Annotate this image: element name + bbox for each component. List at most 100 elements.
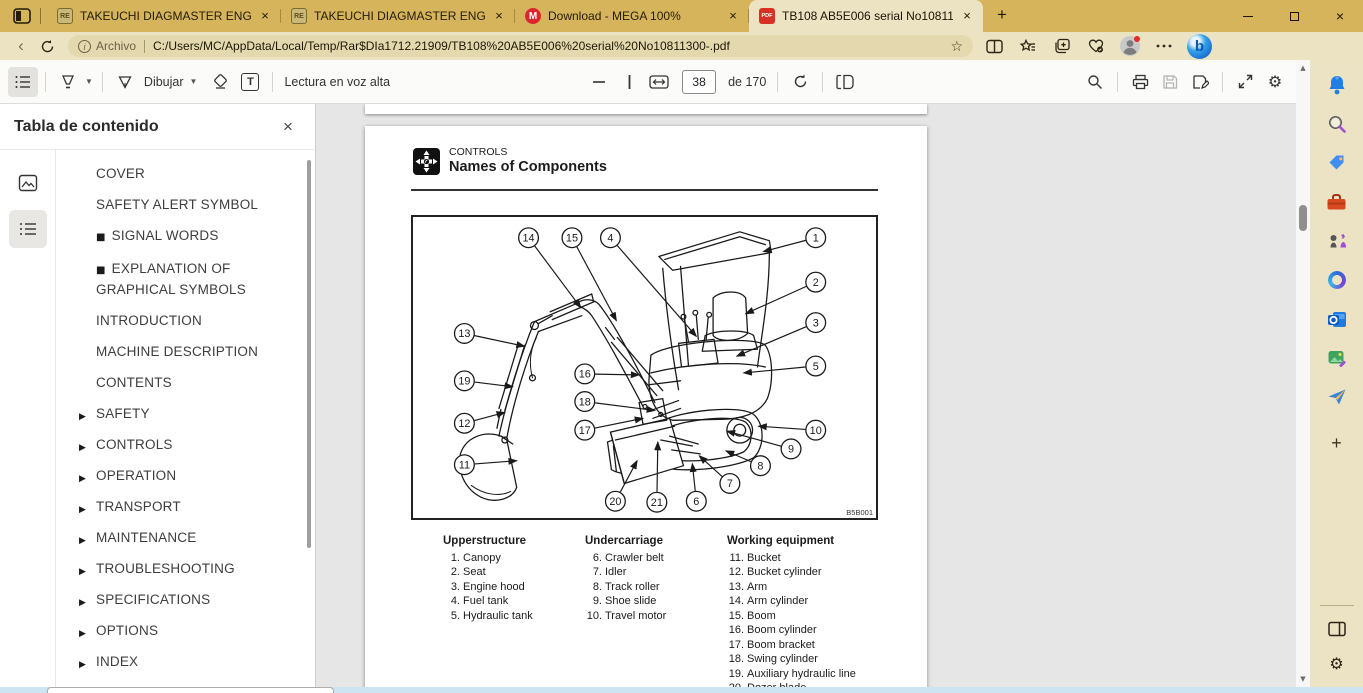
new-tab-button[interactable]: + — [989, 3, 1015, 29]
toc-item[interactable]: ▶SPECIFICATIONS — [96, 590, 305, 609]
pdf-scrollbar[interactable]: ▲ ▼ — [1296, 60, 1310, 687]
url-text[interactable]: C:/Users/MC/AppData/Local/Temp/Rar$DIa17… — [153, 39, 942, 53]
save-as-button[interactable] — [1185, 67, 1215, 97]
taskbar-search-box[interactable] — [47, 687, 334, 693]
bing-copilot-icon[interactable]: b — [1187, 34, 1212, 59]
search-document-button[interactable] — [1080, 67, 1110, 97]
pdf-viewport[interactable]: CONTROLS Names of Components — [316, 104, 1296, 687]
highlighter-button[interactable] — [53, 67, 83, 97]
expand-arrow-icon[interactable]: ▶ — [79, 656, 86, 675]
zoom-slider-handle[interactable] — [614, 67, 644, 97]
back-button[interactable]: ‹ — [8, 34, 34, 58]
sidebar-search-icon[interactable] — [1326, 113, 1348, 135]
draw-button[interactable] — [110, 67, 140, 97]
add-text-button[interactable]: T — [235, 67, 265, 97]
fit-to-width-button[interactable] — [644, 67, 674, 97]
toc-close-icon[interactable]: × — [275, 114, 301, 140]
eraser-button[interactable] — [205, 67, 235, 97]
favorite-star-icon[interactable]: ☆ — [950, 38, 963, 55]
chevron-down-icon[interactable]: ▼ — [83, 77, 95, 86]
favorites-icon[interactable] — [1017, 35, 1039, 57]
tab-close-icon[interactable]: × — [725, 8, 741, 24]
sidebar-panel-icon[interactable] — [1326, 618, 1348, 640]
toc-item[interactable]: ▶SAFETY — [96, 404, 305, 423]
draw-label[interactable]: Dibujar — [140, 75, 188, 89]
maximize-button[interactable] — [1271, 0, 1317, 32]
toc-item[interactable]: ▶MAINTENANCE — [96, 528, 305, 547]
windows-taskbar-edge[interactable] — [0, 687, 1363, 693]
games-icon[interactable] — [1326, 230, 1348, 252]
toc-item-label: INTRODUCTION — [96, 313, 202, 328]
add-sidebar-app-button[interactable]: + — [1331, 433, 1342, 454]
expand-arrow-icon[interactable]: ▶ — [79, 501, 86, 520]
zoom-out-button[interactable] — [584, 67, 614, 97]
tab-mega-download[interactable]: M Download - MEGA 100% × — [515, 0, 749, 32]
profile-avatar[interactable] — [1119, 35, 1141, 57]
tab-close-icon[interactable]: × — [491, 8, 507, 24]
toc-item[interactable]: MACHINE DESCRIPTION — [96, 342, 305, 361]
browser-essentials-icon[interactable] — [1085, 35, 1107, 57]
expand-arrow-icon[interactable]: ▶ — [79, 594, 86, 613]
minimize-button[interactable] — [1225, 0, 1271, 32]
notifications-bell-icon[interactable] — [1326, 74, 1348, 96]
drop-paperplane-icon[interactable] — [1326, 386, 1348, 408]
page-number-input[interactable]: 38 — [682, 70, 716, 94]
close-button[interactable]: × — [1317, 0, 1363, 32]
window-controls: × — [1225, 0, 1363, 32]
toc-item[interactable]: ▶TROUBLESHOOTING — [96, 559, 305, 578]
sidebar-settings-icon[interactable]: ⚙ — [1326, 653, 1348, 675]
scroll-down-icon[interactable]: ▼ — [1300, 675, 1305, 683]
read-aloud-button[interactable]: Lectura en voz alta — [280, 75, 394, 89]
designer-image-icon[interactable] — [1326, 347, 1348, 369]
expand-arrow-icon[interactable]: ▶ — [79, 439, 86, 458]
toc-item[interactable]: ▶TRANSPORT — [96, 497, 305, 516]
tab-takeuchi-1[interactable]: RE TAKEUCHI DIAGMASTER ENGINE × — [47, 0, 281, 32]
toc-item[interactable]: SAFETY ALERT SYMBOL — [96, 195, 305, 214]
toc-scrollbar-thumb[interactable] — [307, 160, 311, 548]
tab-close-icon[interactable]: × — [959, 8, 975, 24]
file-scheme-indicator[interactable]: i Archivo — [78, 39, 136, 53]
rotate-button[interactable] — [785, 67, 815, 97]
toc-item[interactable]: CONTENTS — [96, 373, 305, 392]
contents-view-button[interactable] — [9, 210, 47, 248]
expand-arrow-icon[interactable]: ▶ — [79, 408, 86, 427]
expand-arrow-icon[interactable]: ▶ — [79, 470, 86, 489]
tab-takeuchi-2[interactable]: RE TAKEUCHI DIAGMASTER ENGINE × — [281, 0, 515, 32]
toc-item[interactable]: COVER — [96, 164, 305, 183]
toolbar-divider — [822, 72, 823, 92]
more-menu-icon[interactable] — [1153, 35, 1175, 57]
table-of-contents-button[interactable] — [8, 67, 38, 97]
toc-item-label: SAFETY — [96, 406, 150, 421]
tools-toolbox-icon[interactable] — [1326, 191, 1348, 213]
toc-item[interactable]: ■EXPLANATION OF GRAPHICAL SYMBOLS — [96, 259, 305, 299]
collections-icon[interactable] — [1051, 35, 1073, 57]
chevron-down-icon[interactable]: ▼ — [188, 77, 200, 86]
pdf-settings-button[interactable]: ⚙ — [1260, 67, 1290, 97]
toc-item[interactable]: ▶CONTROLS — [96, 435, 305, 454]
shopping-tag-icon[interactable] — [1326, 152, 1348, 174]
scrollbar-thumb[interactable] — [1299, 205, 1307, 231]
page-view-button[interactable] — [830, 67, 860, 97]
toc-item[interactable]: ▶INDEX — [96, 652, 305, 671]
scroll-up-icon[interactable]: ▲ — [1300, 64, 1305, 72]
toc-item[interactable]: INTRODUCTION — [96, 311, 305, 330]
print-button[interactable] — [1125, 67, 1155, 97]
tab-layout-icon[interactable] — [12, 7, 32, 25]
address-bar[interactable]: i Archivo C:/Users/MC/AppData/Local/Temp… — [68, 35, 973, 57]
tab-close-icon[interactable]: × — [257, 8, 273, 24]
toc-item[interactable]: ■SIGNAL WORDS — [96, 226, 305, 247]
refresh-button[interactable] — [34, 34, 60, 58]
expand-arrow-icon[interactable]: ▶ — [79, 532, 86, 551]
outlook-icon[interactable] — [1326, 308, 1348, 330]
chapter-section-label: CONTROLS — [449, 146, 507, 158]
toc-item[interactable]: ▶OPTIONS — [96, 621, 305, 640]
save-button[interactable] — [1155, 67, 1185, 97]
thumbnails-view-button[interactable] — [9, 164, 47, 202]
tab-pdf-active[interactable]: PDF TB108 AB5E006 serial No108113 × — [749, 0, 983, 32]
microsoft365-icon[interactable] — [1326, 269, 1348, 291]
split-screen-icon[interactable] — [983, 35, 1005, 57]
expand-arrow-icon[interactable]: ▶ — [79, 563, 86, 582]
fullscreen-button[interactable] — [1230, 67, 1260, 97]
expand-arrow-icon[interactable]: ▶ — [79, 625, 86, 644]
toc-item[interactable]: ▶OPERATION — [96, 466, 305, 485]
